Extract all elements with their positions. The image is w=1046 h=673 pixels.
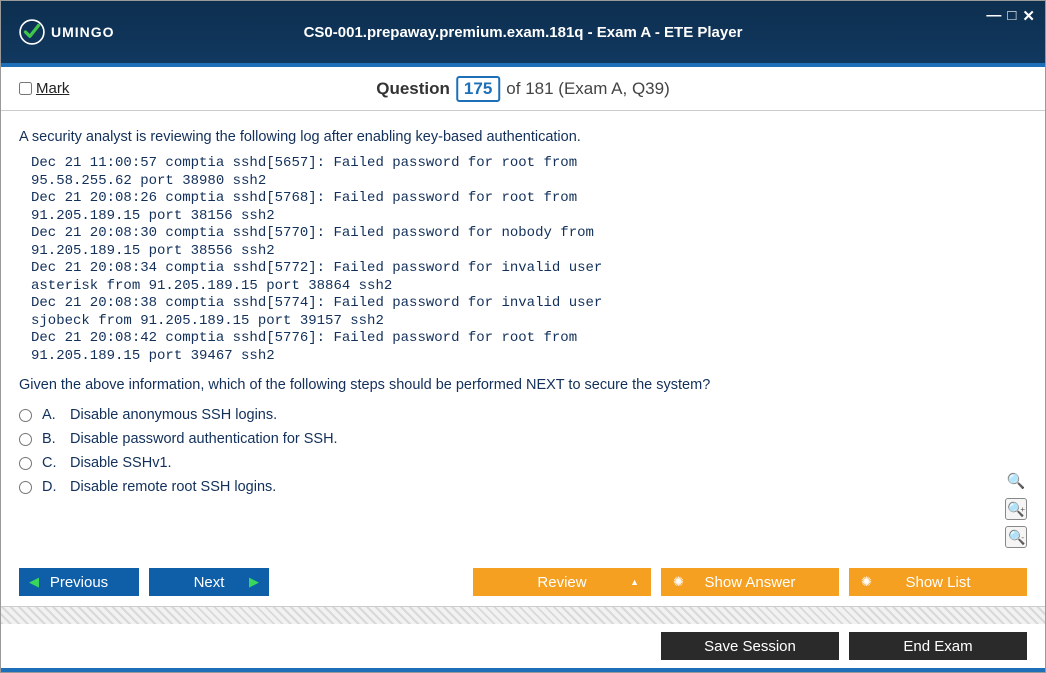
answer-text: Disable remote root SSH logins. (70, 479, 276, 495)
show-answer-label: Show Answer (705, 574, 796, 591)
question-content: A security analyst is reviewing the foll… (1, 111, 1045, 558)
separator-hatch (1, 606, 1045, 624)
answer-radio[interactable] (19, 481, 32, 494)
search-icon[interactable]: 🔍 (1005, 470, 1027, 492)
question-prompt: Given the above information, which of th… (19, 377, 1027, 393)
review-button[interactable]: Review ▲ (473, 568, 651, 596)
app-logo: UMINGO (19, 19, 115, 45)
window-title: CS0-001.prepaway.premium.exam.181q - Exa… (304, 24, 743, 41)
answer-radio[interactable] (19, 409, 32, 422)
close-icon[interactable]: ✕ (1022, 7, 1035, 25)
mark-label[interactable]: Mark (36, 80, 69, 97)
question-counter: Question 175 of 181 (Exam A, Q39) (376, 76, 670, 102)
answer-letter: A. (42, 407, 60, 423)
bottom-accent (1, 668, 1045, 672)
zoom-tools: 🔍 🔍+ 🔍- (1005, 470, 1027, 548)
window-controls: — □ ✕ (986, 7, 1035, 25)
answer-text: Disable anonymous SSH logins. (70, 407, 277, 423)
maximize-icon[interactable]: □ (1007, 7, 1016, 25)
answer-text: Disable SSHv1. (70, 455, 172, 471)
gear-icon: ✺ (861, 574, 872, 590)
show-list-label: Show List (905, 574, 970, 591)
answer-option[interactable]: D. Disable remote root SSH logins. (19, 479, 1027, 495)
answer-letter: B. (42, 431, 60, 447)
answer-letter: D. (42, 479, 60, 495)
minimize-icon[interactable]: — (986, 7, 1001, 25)
question-number: 175 (456, 76, 500, 102)
footer: ◀ Previous Next ▶ Review ▲ ✺ Show Answer… (1, 558, 1045, 672)
show-list-button[interactable]: ✺ Show List (849, 568, 1027, 596)
previous-button[interactable]: ◀ Previous (19, 568, 139, 596)
mark-checkbox-wrap[interactable]: Mark (19, 80, 69, 97)
answer-radio[interactable] (19, 433, 32, 446)
zoom-out-icon[interactable]: 🔍- (1005, 526, 1027, 548)
answer-radio[interactable] (19, 457, 32, 470)
answer-option[interactable]: C. Disable SSHv1. (19, 455, 1027, 471)
next-button[interactable]: Next ▶ (149, 568, 269, 596)
mark-checkbox[interactable] (19, 82, 32, 95)
brand-text: UMINGO (51, 24, 115, 40)
answer-option[interactable]: B. Disable password authentication for SS… (19, 431, 1027, 447)
end-exam-button[interactable]: End Exam (849, 632, 1027, 660)
session-button-row: Save Session End Exam (1, 624, 1045, 660)
zoom-in-icon[interactable]: 🔍+ (1005, 498, 1027, 520)
answer-letter: C. (42, 455, 60, 471)
logo-check-icon (19, 19, 45, 45)
save-session-label: Save Session (704, 638, 796, 655)
triangle-up-icon: ▲ (630, 577, 639, 587)
title-bar: UMINGO CS0-001.prepaway.premium.exam.181… (1, 1, 1045, 67)
next-label: Next (194, 574, 225, 591)
question-header: Mark Question 175 of 181 (Exam A, Q39) (1, 67, 1045, 111)
save-session-button[interactable]: Save Session (661, 632, 839, 660)
chevron-left-icon: ◀ (29, 574, 39, 590)
chevron-right-icon: ▶ (249, 574, 259, 590)
question-word: Question (376, 79, 450, 99)
answer-list: A. Disable anonymous SSH logins. B. Disable… (19, 407, 1027, 495)
end-exam-label: End Exam (903, 638, 972, 655)
review-label: Review (537, 574, 586, 591)
question-of-text: of 181 (Exam A, Q39) (506, 79, 669, 99)
gear-icon: ✺ (673, 574, 684, 590)
nav-button-row: ◀ Previous Next ▶ Review ▲ ✺ Show Answer… (1, 558, 1045, 606)
answer-option[interactable]: A. Disable anonymous SSH logins. (19, 407, 1027, 423)
log-block: Dec 21 11:00:57 comptia sshd[5657]: Fail… (31, 155, 1027, 365)
question-intro: A security analyst is reviewing the foll… (19, 129, 1027, 145)
answer-text: Disable password authentication for SSH. (70, 431, 338, 447)
previous-label: Previous (50, 574, 108, 591)
show-answer-button[interactable]: ✺ Show Answer (661, 568, 839, 596)
